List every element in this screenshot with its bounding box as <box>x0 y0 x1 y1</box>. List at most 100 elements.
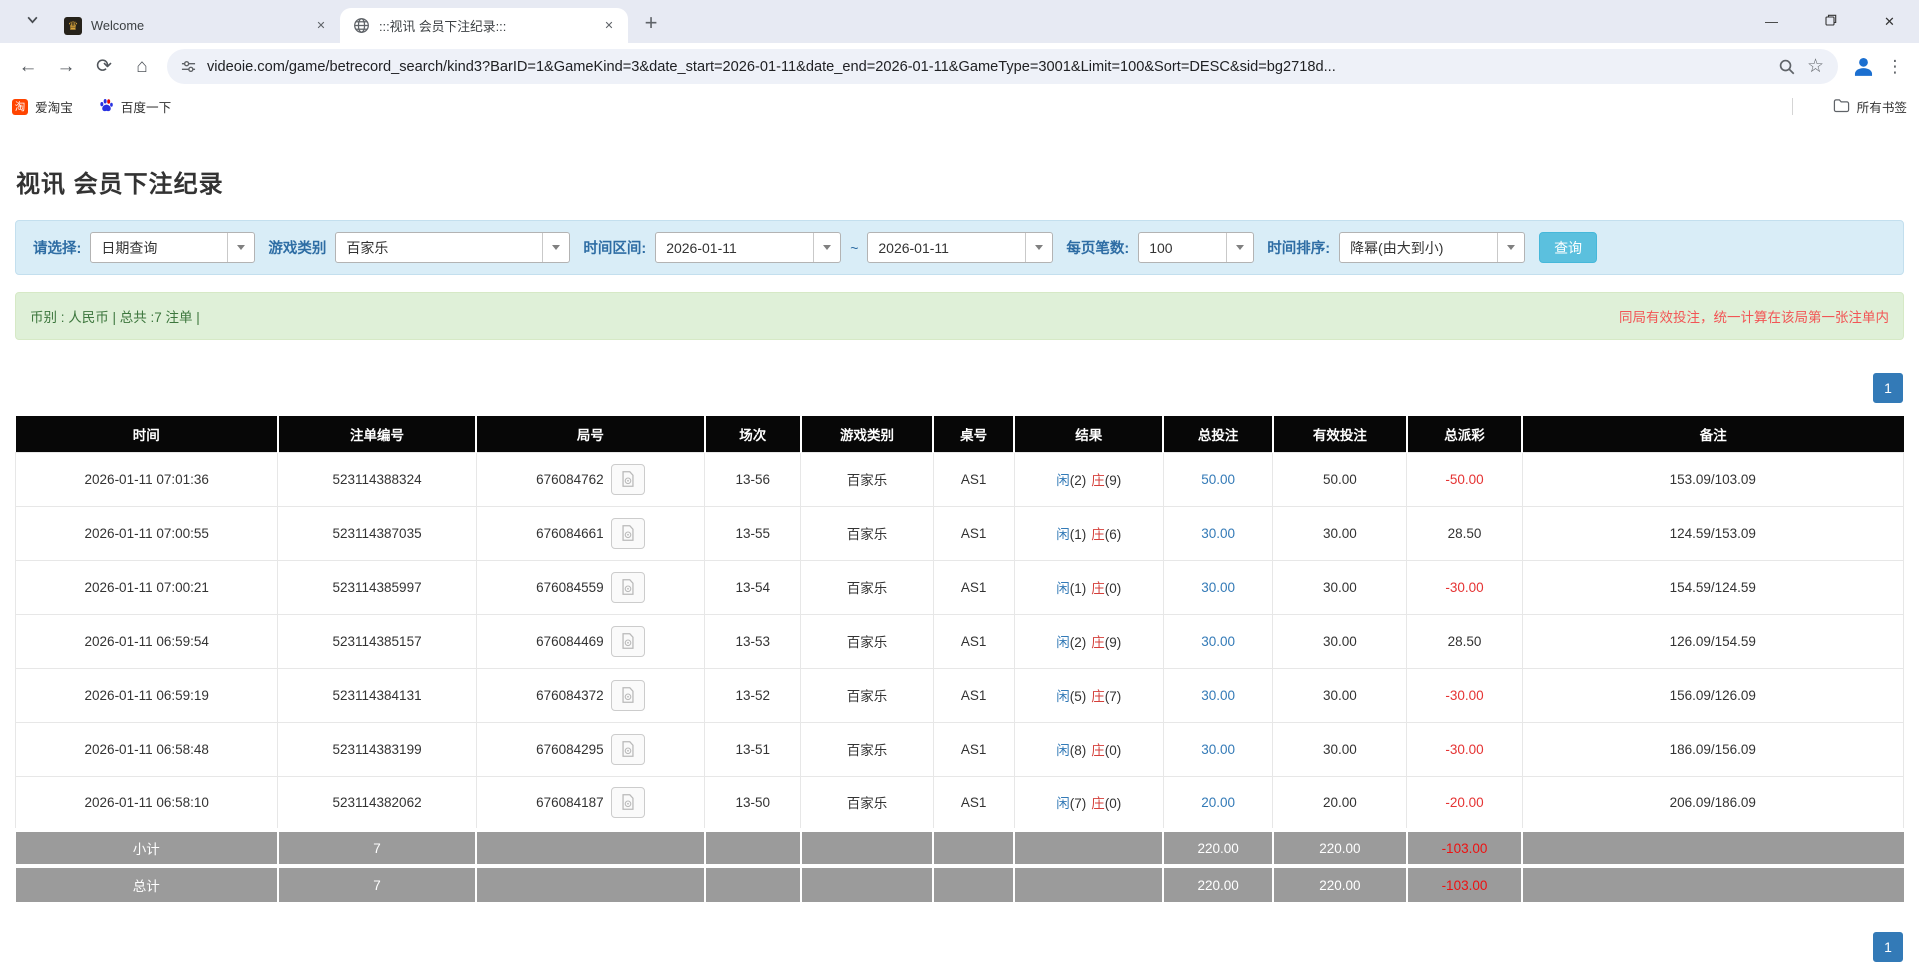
cell-table: AS1 <box>932 451 1015 507</box>
empty-cell <box>1522 828 1904 866</box>
cell-payout: -30.00 <box>1406 721 1523 777</box>
sort-label: 时间排序: <box>1267 241 1331 257</box>
query-type-value: 日期查询 <box>101 239 158 256</box>
sort-value: 降幂(由大到小) <box>1350 239 1444 256</box>
bookmark-star-icon[interactable]: ☆ <box>1807 57 1824 76</box>
video-replay-button[interactable] <box>610 517 645 549</box>
bookmark-baidu[interactable]: 百度一下 <box>99 97 171 116</box>
chevron-down-icon[interactable] <box>1497 233 1524 262</box>
browser-window: ♛ Welcome ✕ :::视讯 会员下注纪录::: ✕ + — ✕ ← → … <box>0 0 1919 969</box>
chevron-down-icon[interactable] <box>813 233 840 262</box>
bookmark-label: 爱淘宝 <box>35 101 73 115</box>
back-button[interactable]: ← <box>9 48 47 86</box>
url-text[interactable]: videoie.com/game/betrecord_search/kind3?… <box>207 59 1767 75</box>
result-banker: 庄 <box>1091 527 1105 542</box>
reload-button[interactable]: ⟳ <box>85 48 123 86</box>
video-replay-button[interactable] <box>610 679 645 711</box>
table-row: 2026-01-11 06:58:10 523114382062 6760841… <box>14 775 1905 831</box>
table-row: 2026-01-11 07:00:21 523114385997 6760845… <box>14 559 1905 615</box>
total-bet-link[interactable]: 30.00 <box>1201 742 1235 757</box>
per-page-input[interactable]: 100 <box>1138 232 1255 263</box>
video-replay-button[interactable] <box>610 463 645 495</box>
cell-session: 13-50 <box>704 775 802 831</box>
all-bookmarks-button[interactable]: 所有书签 <box>1833 97 1907 116</box>
query-type-select[interactable]: 日期查询 <box>90 232 256 263</box>
chevron-down-icon[interactable] <box>227 233 254 262</box>
total-row: 总计 7 220.00 220.00 -103.00 <box>15 864 1904 902</box>
browser-menu-icon[interactable]: ⋮ <box>1880 50 1910 84</box>
subtotal-label: 小计 <box>15 828 279 866</box>
date-end-input[interactable]: 2026-01-11 <box>867 232 1054 263</box>
chevron-down-icon[interactable] <box>1226 233 1253 262</box>
total-bet-link[interactable]: 30.00 <box>1201 688 1235 703</box>
date-start-input[interactable]: 2026-01-11 <box>655 232 842 263</box>
video-replay-button[interactable] <box>610 571 645 603</box>
cell-result: 闲(5) 庄(7) <box>1013 667 1164 723</box>
round-number: 676084469 <box>536 633 604 649</box>
folder-icon <box>1833 98 1850 116</box>
total-bet-link[interactable]: 30.00 <box>1201 580 1235 595</box>
total-bet-link[interactable]: 30.00 <box>1201 526 1235 541</box>
navigation-bar: ← → ⟳ ⌂ videoie.com/game/betrecord_searc… <box>0 43 1919 90</box>
total-bet-link[interactable]: 30.00 <box>1201 634 1235 649</box>
cell-time: 2026-01-11 07:00:55 <box>14 505 279 561</box>
url-bar[interactable]: videoie.com/game/betrecord_search/kind3?… <box>167 49 1838 84</box>
result-banker-count: (7) <box>1104 689 1122 704</box>
game-kind-select[interactable]: 百家乐 <box>335 232 571 263</box>
total-bet-link[interactable]: 20.00 <box>1201 795 1235 810</box>
cell-note: 126.09/154.59 <box>1521 613 1905 669</box>
cell-round: 676084661 <box>475 505 706 561</box>
film-icon <box>622 687 634 703</box>
chevron-down-icon[interactable] <box>1025 233 1052 262</box>
window-controls: — ✕ <box>1742 0 1919 43</box>
per-page-value: 100 <box>1149 239 1173 256</box>
cell-total-bet: 50.00 <box>1162 451 1274 507</box>
new-tab-button[interactable]: + <box>636 8 666 38</box>
cell-time: 2026-01-11 06:59:19 <box>14 667 279 723</box>
cell-total-bet: 30.00 <box>1162 505 1274 561</box>
cell-total-bet: 30.00 <box>1162 613 1274 669</box>
cell-game-kind: 百家乐 <box>800 721 934 777</box>
page-1-button[interactable]: 1 <box>1873 373 1903 403</box>
restore-button[interactable] <box>1801 0 1860 43</box>
header-bet-id: 注单编号 <box>277 416 478 452</box>
page-1-button[interactable]: 1 <box>1873 932 1903 962</box>
result-banker-count: (6) <box>1104 527 1122 542</box>
pagination-top: 1 <box>16 373 1903 403</box>
cell-note: 156.09/126.09 <box>1521 667 1905 723</box>
tab-welcome[interactable]: ♛ Welcome ✕ <box>52 8 340 43</box>
forward-button[interactable]: → <box>47 48 85 86</box>
zoom-icon[interactable] <box>1778 58 1796 76</box>
search-button[interactable]: 查询 <box>1539 232 1598 263</box>
cell-bet-id: 523114382062 <box>277 775 477 831</box>
notice-text: 同局有效投注，统一计算在该局第一张注单内 <box>1619 310 1889 325</box>
cell-result: 闲(7) 庄(0) <box>1013 775 1164 831</box>
video-replay-button[interactable] <box>610 733 645 765</box>
chevron-down-icon[interactable] <box>542 233 569 262</box>
home-button[interactable]: ⌂ <box>123 48 161 86</box>
result-banker: 庄 <box>1091 635 1105 650</box>
tab-search-button[interactable] <box>18 8 46 36</box>
empty-cell <box>800 864 935 902</box>
cell-game-kind: 百家乐 <box>800 505 934 561</box>
total-bet-link[interactable]: 50.00 <box>1201 472 1235 487</box>
result-banker: 庄 <box>1091 581 1105 596</box>
close-icon[interactable]: ✕ <box>312 17 330 35</box>
profile-avatar[interactable] <box>1846 50 1880 84</box>
video-replay-button[interactable] <box>610 625 645 657</box>
bookmark-taobao[interactable]: 淘 爱淘宝 <box>12 97 73 116</box>
close-window-button[interactable]: ✕ <box>1860 0 1919 43</box>
cell-valid-bet: 30.00 <box>1272 559 1408 615</box>
site-info-icon[interactable] <box>181 59 196 74</box>
cell-time: 2026-01-11 06:59:54 <box>14 613 279 669</box>
tab-title: :::视讯 会员下注纪录::: <box>379 19 507 34</box>
close-icon[interactable]: ✕ <box>600 17 618 35</box>
minimize-button[interactable]: — <box>1742 0 1801 43</box>
empty-cell <box>1522 864 1904 902</box>
cell-valid-bet: 30.00 <box>1272 613 1408 669</box>
video-replay-button[interactable] <box>610 786 645 818</box>
tab-betrecord[interactable]: :::视讯 会员下注纪录::: ✕ <box>340 8 628 43</box>
sort-select[interactable]: 降幂(由大到小) <box>1339 232 1526 263</box>
cell-result: 闲(2) 庄(9) <box>1013 451 1164 507</box>
cell-session: 13-56 <box>704 451 802 507</box>
